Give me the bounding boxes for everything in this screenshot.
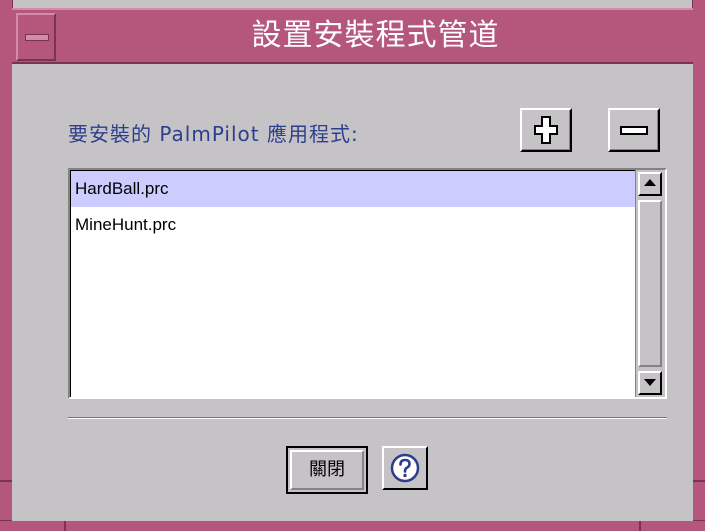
divider	[68, 417, 667, 419]
window-title: 設置安裝程式管道	[251, 18, 500, 53]
vertical-scrollbar[interactable]	[635, 170, 665, 397]
close-button[interactable]: 關閉	[286, 446, 368, 494]
help-button[interactable]	[382, 446, 428, 490]
title-bar[interactable]: 設置安裝程式管道	[12, 8, 693, 64]
list-item[interactable]: MineHunt.prc	[71, 207, 635, 243]
frame-corner-mark	[639, 521, 641, 531]
scroll-down-button[interactable]	[638, 371, 662, 395]
app-list[interactable]: HardBall.prc MineHunt.prc	[68, 168, 667, 399]
window-menu-icon	[25, 34, 49, 41]
remove-app-button[interactable]	[608, 108, 660, 152]
close-button-label: 關閉	[290, 450, 364, 490]
window-menu-button[interactable]	[16, 13, 56, 61]
list-item[interactable]: HardBall.prc	[71, 171, 635, 207]
frame-corner-mark	[0, 480, 12, 482]
frame-corner-mark	[64, 521, 66, 531]
arrow-down-icon	[644, 379, 656, 386]
plus-icon	[534, 116, 558, 144]
window-frame-bottom[interactable]	[0, 520, 705, 531]
question-icon	[390, 453, 420, 483]
scroll-track[interactable]	[638, 200, 662, 367]
install-conduit-dialog: 設置安裝程式管道 要安裝的 PalmPilot 應用程式: HardBall.p…	[0, 0, 705, 531]
minus-icon	[620, 126, 648, 135]
dialog-content: 要安裝的 PalmPilot 應用程式: HardBall.prc MineHu…	[12, 64, 693, 521]
arrow-up-icon	[644, 179, 656, 186]
app-list-items: HardBall.prc MineHunt.prc	[70, 170, 635, 397]
scroll-up-button[interactable]	[638, 172, 662, 196]
add-app-button[interactable]	[520, 108, 572, 152]
window-frame-right[interactable]	[692, 0, 705, 531]
frame-corner-mark	[693, 480, 705, 482]
app-list-label: 要安裝的 PalmPilot 應用程式:	[68, 122, 359, 146]
